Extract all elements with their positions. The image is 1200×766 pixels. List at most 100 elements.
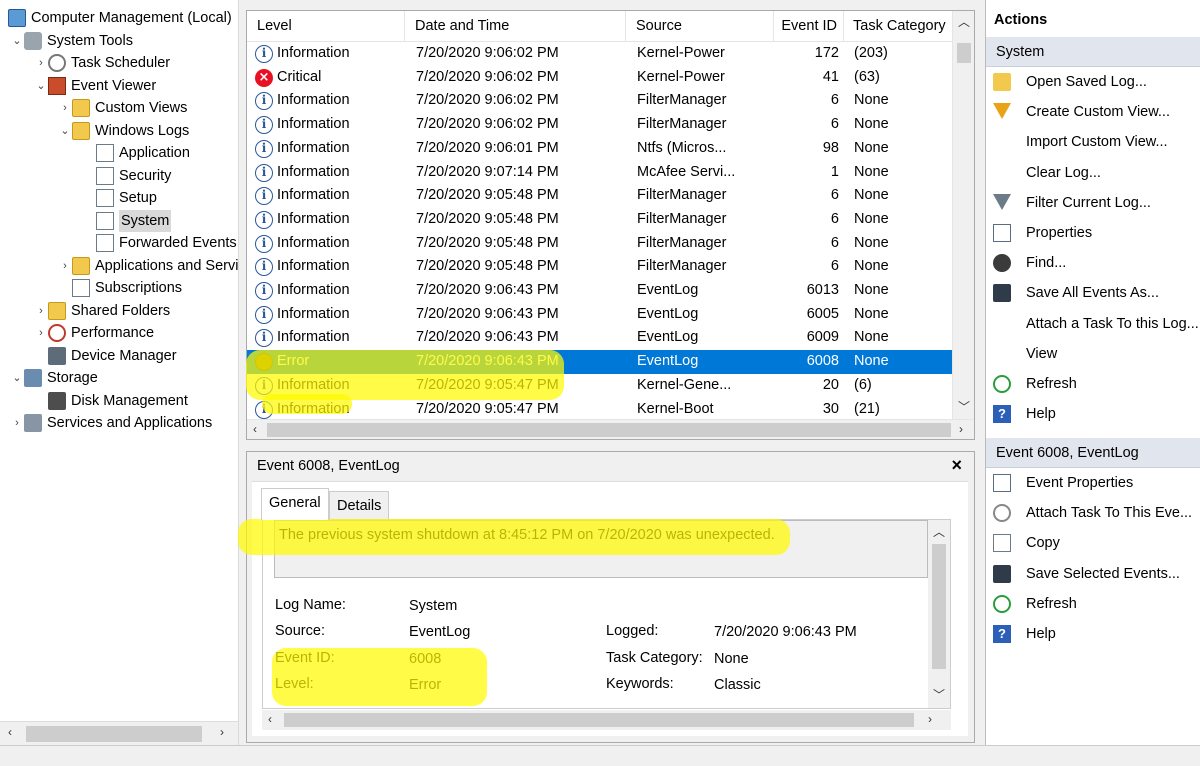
table-row[interactable]: i Information 7/20/2020 9:05:48 PM FilterMa…: [247, 208, 953, 232]
action-attach-a-task-to-this-log[interactable]: Attach a Task To this Log...: [986, 309, 1200, 339]
tree-item-security[interactable]: Security: [82, 165, 171, 187]
scroll-right-arrow-icon[interactable]: ›: [220, 725, 224, 739]
chevron-right-icon[interactable]: ›: [58, 255, 72, 277]
table-row[interactable]: i Information 7/20/2020 9:05:47 PM Kernel-B…: [247, 398, 953, 422]
actions-section-event[interactable]: Event 6008, EventLog: [986, 438, 1200, 468]
column-header-event-id[interactable]: Event ID: [774, 11, 844, 42]
scroll-down-arrow-icon[interactable]: ﹀: [958, 398, 970, 415]
tree-item-windows-logs[interactable]: ⌄ Windows Logs: [58, 120, 189, 142]
scroll-thumb[interactable]: [932, 544, 946, 669]
action-filter-current-log[interactable]: Filter Current Log...: [986, 188, 1200, 218]
chevron-down-icon[interactable]: ⌄: [58, 120, 72, 142]
table-row[interactable]: i Information 7/20/2020 9:06:02 PM FilterMa…: [247, 89, 953, 113]
action-create-custom-view[interactable]: Create Custom View...: [986, 97, 1200, 127]
scroll-right-arrow-icon[interactable]: ›: [928, 712, 932, 726]
table-row[interactable]: Error 7/20/2020 9:06:43 PM EventLog 6008 Non…: [247, 350, 953, 374]
scroll-down-arrow-icon[interactable]: ﹀: [933, 686, 945, 703]
scroll-up-arrow-icon[interactable]: ︿: [933, 523, 945, 540]
table-row[interactable]: i Information 7/20/2020 9:06:43 PM EventLog…: [247, 303, 953, 327]
action-help[interactable]: ? Help: [986, 399, 1200, 429]
tree-item-system[interactable]: System: [82, 209, 172, 232]
table-row[interactable]: × Critical 7/20/2020 9:06:02 PM Kernel-Powe…: [247, 66, 953, 90]
tree-horizontal-scrollbar[interactable]: ‹ ›: [0, 721, 238, 745]
table-row[interactable]: i Information 7/20/2020 9:05:47 PM Kernel-G…: [247, 374, 953, 398]
actions-section-system[interactable]: System: [986, 37, 1200, 67]
tree-item-disk-management[interactable]: Disk Management: [34, 390, 188, 412]
chevron-right-icon[interactable]: ›: [34, 52, 48, 74]
table-row[interactable]: i Information 7/20/2020 9:05:48 PM FilterMa…: [247, 232, 953, 256]
folder-icon: [72, 121, 90, 140]
cell-cat: (6): [854, 376, 872, 393]
action-attach-task-to-this-eve[interactable]: Attach Task To This Eve...: [986, 498, 1200, 528]
action-properties[interactable]: Properties: [986, 218, 1200, 248]
tree-item-storage[interactable]: ⌄ Storage: [10, 367, 98, 389]
action-import-custom-view[interactable]: Import Custom View...: [986, 127, 1200, 157]
scroll-left-arrow-icon[interactable]: ‹: [8, 725, 12, 739]
tree-item-shared-folders[interactable]: › Shared Folders: [34, 300, 170, 322]
column-header-date[interactable]: Date and Time: [405, 11, 626, 42]
event-list-vertical-scrollbar[interactable]: ︿ ﹀: [952, 11, 974, 421]
log-icon: [96, 166, 114, 185]
chevron-down-icon[interactable]: ⌄: [10, 367, 24, 389]
table-row[interactable]: i Information 7/20/2020 9:06:02 PM Kernel-P…: [247, 42, 953, 66]
table-row[interactable]: i Information 7/20/2020 9:06:02 PM FilterMa…: [247, 113, 953, 137]
column-header-level[interactable]: Level: [247, 11, 405, 42]
scroll-thumb[interactable]: [267, 423, 951, 437]
tree-item-subscriptions[interactable]: Subscriptions: [58, 277, 182, 299]
table-row[interactable]: i Information 7/20/2020 9:06:43 PM EventLog…: [247, 326, 953, 350]
table-row[interactable]: i Information 7/20/2020 9:07:14 PM McAfee S…: [247, 161, 953, 185]
tree-item-performance[interactable]: › Performance: [34, 322, 154, 344]
tree-item-event-viewer[interactable]: ⌄ Event Viewer: [34, 75, 156, 97]
column-header-task-category[interactable]: Task Category: [844, 11, 953, 42]
tab-details[interactable]: Details: [329, 491, 390, 519]
tree-item-system-tools[interactable]: ⌄ System Tools: [10, 30, 133, 52]
tree-item-custom-views[interactable]: › Custom Views: [58, 97, 187, 119]
action-save-selected-events[interactable]: Save Selected Events...: [986, 559, 1200, 589]
action-help[interactable]: ? Help: [986, 619, 1200, 649]
chevron-right-icon[interactable]: ›: [10, 412, 24, 434]
chevron-right-icon[interactable]: ›: [58, 97, 72, 119]
close-icon[interactable]: ×: [951, 455, 962, 476]
tree-item-application[interactable]: Application: [82, 142, 190, 164]
scroll-left-arrow-icon[interactable]: ‹: [253, 422, 257, 436]
event-list-horizontal-scrollbar[interactable]: ‹ ›: [247, 419, 974, 439]
action-find[interactable]: Find...: [986, 248, 1200, 278]
table-row[interactable]: i Information 7/20/2020 9:06:01 PM Ntfs (Mi…: [247, 137, 953, 161]
chevron-right-icon[interactable]: ›: [34, 300, 48, 322]
table-row[interactable]: i Information 7/20/2020 9:06:43 PM EventLog…: [247, 279, 953, 303]
tree-item-applications-and-services-logs[interactable]: › Applications and Services Logs: [58, 255, 238, 277]
cell-cat: None: [854, 163, 889, 180]
info-icon: i: [255, 210, 273, 229]
action-event-properties[interactable]: Event Properties: [986, 468, 1200, 498]
action-clear-log[interactable]: Clear Log...: [986, 158, 1200, 188]
tree-item-setup[interactable]: Setup: [82, 187, 157, 209]
action-refresh[interactable]: Refresh: [986, 589, 1200, 619]
table-row[interactable]: i Information 7/20/2020 9:05:48 PM FilterMa…: [247, 184, 953, 208]
tree-item-services-and-applications[interactable]: › Services and Applications: [10, 412, 212, 434]
tree-item-computer-management-local-[interactable]: Computer Management (Local): [8, 7, 232, 29]
tab-general[interactable]: General: [261, 488, 329, 520]
scroll-thumb[interactable]: [957, 43, 971, 63]
action-copy[interactable]: Copy: [986, 528, 1200, 558]
detail-horizontal-scrollbar[interactable]: ‹ ›: [262, 710, 951, 730]
cell-level: Information: [277, 258, 350, 275]
tree-item-task-scheduler[interactable]: › Task Scheduler: [34, 52, 170, 74]
tree-item-forwarded-events[interactable]: Forwarded Events: [82, 232, 237, 254]
column-header-source[interactable]: Source: [626, 11, 774, 42]
chevron-down-icon[interactable]: ⌄: [10, 30, 24, 52]
table-row[interactable]: i Information 7/20/2020 9:05:48 PM FilterMa…: [247, 255, 953, 279]
action-label: Event Properties: [1026, 475, 1134, 491]
chevron-right-icon[interactable]: ›: [34, 322, 48, 344]
scroll-thumb[interactable]: [284, 713, 914, 727]
scroll-up-arrow-icon[interactable]: ︿: [958, 13, 970, 30]
tree-item-device-manager[interactable]: Device Manager: [34, 345, 177, 367]
scroll-right-arrow-icon[interactable]: ›: [959, 422, 963, 436]
action-open-saved-log[interactable]: Open Saved Log...: [986, 67, 1200, 97]
action-save-all-events-as[interactable]: Save All Events As...: [986, 278, 1200, 308]
action-view[interactable]: View: [986, 339, 1200, 369]
chevron-down-icon[interactable]: ⌄: [34, 75, 48, 97]
scroll-left-arrow-icon[interactable]: ‹: [268, 712, 272, 726]
action-refresh[interactable]: Refresh: [986, 369, 1200, 399]
detail-vertical-scrollbar[interactable]: ︿ ﹀: [928, 520, 950, 708]
scroll-thumb[interactable]: [26, 726, 202, 742]
